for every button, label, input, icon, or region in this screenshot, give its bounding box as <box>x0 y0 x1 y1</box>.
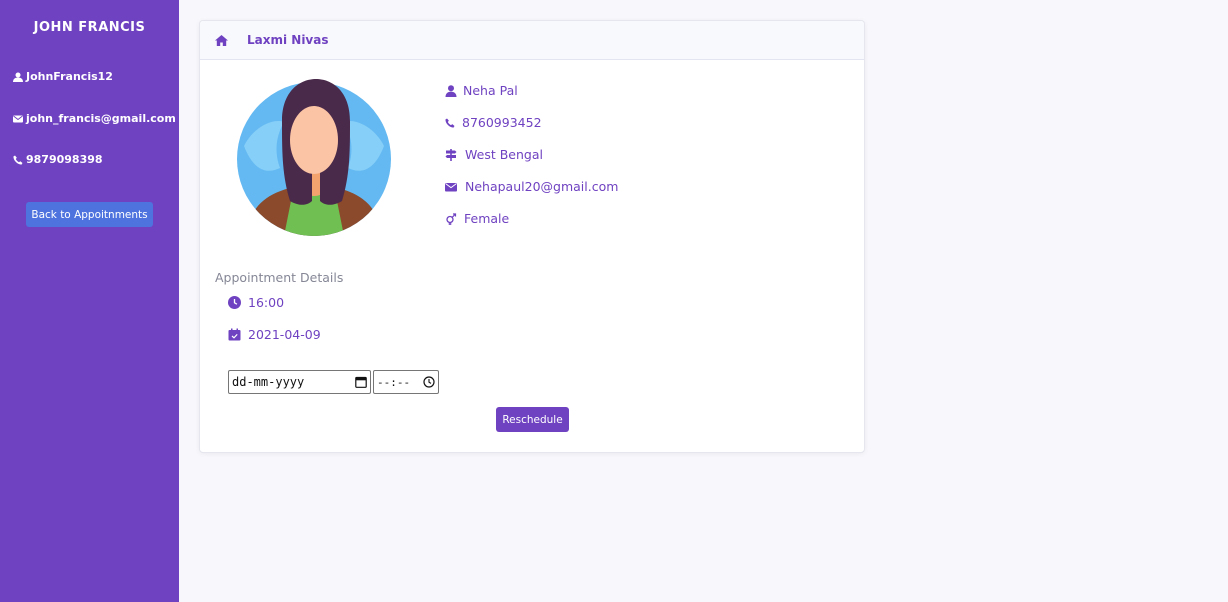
appointment-details-heading: Appointment Details <box>215 270 344 285</box>
clock-icon <box>228 296 241 309</box>
sidebar-phone-row: 9879098398 <box>13 153 103 166</box>
phone-icon <box>445 118 455 128</box>
back-to-appointments-button[interactable]: Back to Appoitnments <box>26 202 153 227</box>
patient-name-row: Neha Pal <box>445 83 518 98</box>
patient-phone-row: 8760993452 <box>445 115 542 130</box>
sidebar-username-row: JohnFrancis12 <box>13 70 113 83</box>
date-input-placeholder: dd-mm-yyyy <box>232 375 305 389</box>
patient-email-row: Nehapaul20@gmail.com <box>445 179 618 194</box>
user-icon <box>13 72 23 82</box>
envelope-icon <box>445 182 457 191</box>
appointment-date: 2021-04-09 <box>248 327 321 342</box>
sidebar: JOHN FRANCIS JohnFrancis12 john_francis@… <box>0 0 179 602</box>
appointment-time-row: 16:00 <box>228 295 284 310</box>
patient-card: Laxmi Nivas Neha Pal 8760993452 West Ben… <box>199 20 865 453</box>
calendar-icon[interactable] <box>355 376 367 388</box>
patient-avatar <box>237 79 391 236</box>
appointment-date-row: 2021-04-09 <box>228 327 321 342</box>
sidebar-email-row: john_francis@gmail.com <box>13 112 176 125</box>
time-input-placeholder: --:-- <box>377 375 411 389</box>
envelope-icon <box>13 115 23 122</box>
patient-phone: 8760993452 <box>462 115 542 130</box>
phone-icon <box>13 155 23 165</box>
patient-state: West Bengal <box>465 147 543 162</box>
signpost-icon <box>445 148 457 161</box>
reschedule-date-input[interactable]: dd-mm-yyyy <box>228 370 371 394</box>
user-icon <box>445 84 457 97</box>
reschedule-time-input[interactable]: --:-- <box>373 370 439 394</box>
clock-icon[interactable] <box>423 376 435 388</box>
sidebar-user-name: JOHN FRANCIS <box>33 20 146 35</box>
sidebar-email: john_francis@gmail.com <box>26 112 176 125</box>
calendar-check-icon <box>228 328 241 341</box>
home-icon <box>215 34 228 46</box>
patient-gender: Female <box>464 211 510 226</box>
card-title: Laxmi Nivas <box>247 33 329 47</box>
patient-gender-row: Female <box>445 211 509 226</box>
appointment-time: 16:00 <box>248 295 285 310</box>
patient-state-row: West Bengal <box>445 147 543 162</box>
patient-name: Neha Pal <box>463 83 518 98</box>
sidebar-username: JohnFrancis12 <box>26 70 113 83</box>
sidebar-phone: 9879098398 <box>26 153 103 166</box>
gender-icon <box>446 212 457 225</box>
reschedule-button[interactable]: Reschedule <box>496 407 569 432</box>
patient-email: Nehapaul20@gmail.com <box>465 179 619 194</box>
card-header: Laxmi Nivas <box>200 21 864 60</box>
